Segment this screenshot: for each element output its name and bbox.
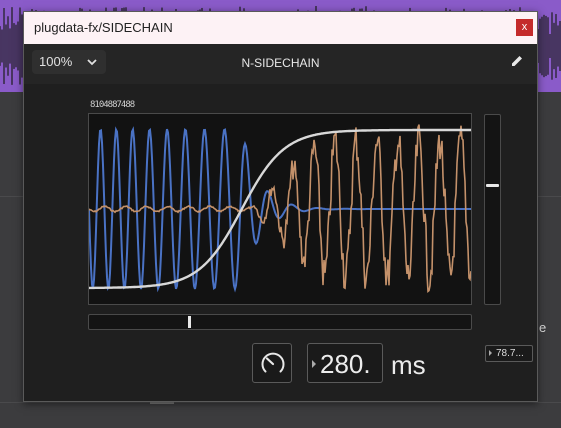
host-handle[interactable] bbox=[150, 402, 174, 404]
time-value: 280. bbox=[320, 349, 371, 379]
triangle-right-icon bbox=[489, 350, 492, 356]
plugin-window: plugdata-fx/SIDECHAIN x 100% N-SIDECHAIN… bbox=[23, 11, 538, 402]
patch-canvas[interactable]: 8104887488 280. ms 78.7... bbox=[24, 84, 537, 401]
scope-overlay-label: 8104887488 bbox=[90, 100, 135, 110]
window-titlebar[interactable]: plugdata-fx/SIDECHAIN x bbox=[24, 12, 537, 44]
pencil-icon[interactable] bbox=[509, 53, 525, 69]
knob-gauge-icon[interactable] bbox=[252, 343, 292, 383]
time-unit-label: ms bbox=[391, 350, 426, 380]
toolbar: 100% N-SIDECHAIN bbox=[24, 44, 537, 84]
triangle-right-icon bbox=[312, 360, 316, 368]
host-divider bbox=[0, 402, 561, 403]
vertical-slider-handle[interactable] bbox=[486, 184, 499, 187]
oscilloscope-plot bbox=[89, 124, 471, 293]
horizontal-slider[interactable] bbox=[88, 314, 472, 330]
time-number-box[interactable]: 280. bbox=[307, 343, 383, 383]
mini-number-box[interactable]: 78.7... bbox=[485, 345, 533, 362]
vertical-slider[interactable] bbox=[484, 114, 501, 305]
host-edge-text: e bbox=[539, 320, 547, 335]
oscilloscope bbox=[88, 113, 472, 305]
horizontal-slider-handle[interactable] bbox=[188, 316, 191, 328]
patch-name: N-SIDECHAIN bbox=[241, 56, 320, 70]
mini-value: 78.7... bbox=[496, 348, 524, 359]
close-button[interactable]: x bbox=[516, 19, 533, 36]
window-title: plugdata-fx/SIDECHAIN bbox=[34, 20, 173, 35]
